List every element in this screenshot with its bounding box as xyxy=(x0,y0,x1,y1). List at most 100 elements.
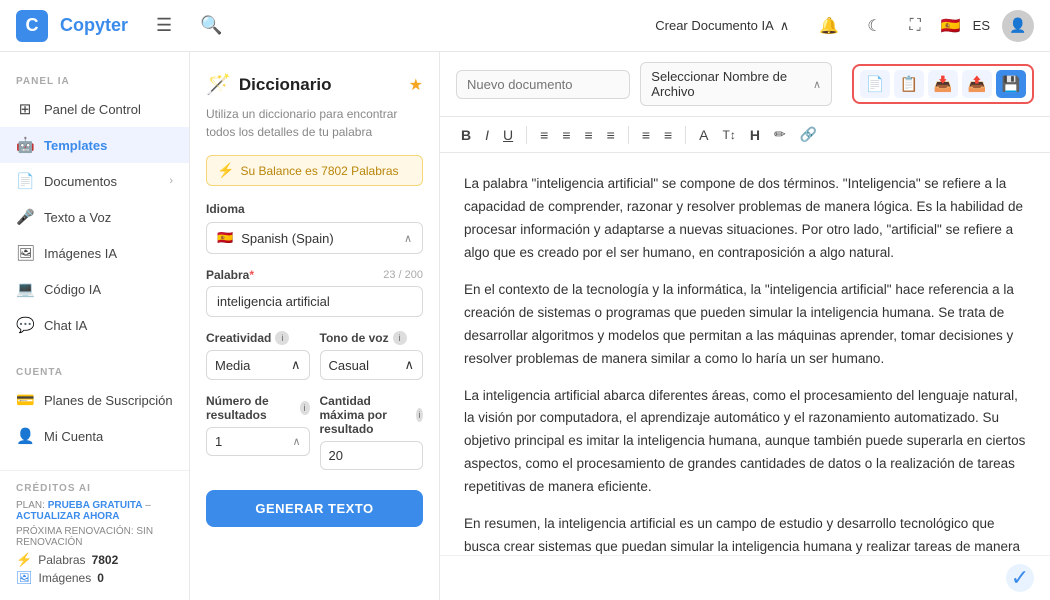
credits-section-label: CRÉDITOS AI xyxy=(16,483,173,500)
moon-icon[interactable]: ☾ xyxy=(859,12,889,40)
word-input[interactable] xyxy=(206,286,423,317)
num-resultados-info-icon[interactable]: i xyxy=(300,401,310,415)
heading-button[interactable]: T↕ xyxy=(718,125,741,145)
check-icon: ✓ xyxy=(1006,564,1034,592)
max-resultado-input[interactable]: 20 xyxy=(320,441,424,470)
content-area: 🪄 Diccionario ★ Utiliza un diccionario p… xyxy=(190,52,1050,600)
expand-icon[interactable]: ⛶ xyxy=(902,13,929,39)
upgrade-link[interactable]: ACTUALIZAR AHORA xyxy=(16,511,120,522)
create-doc-button[interactable]: Crear Documento IA ∧ xyxy=(645,12,799,40)
editor-paragraph-4: En resumen, la inteligencia artificial e… xyxy=(464,513,1026,555)
sidebar-item-documentos[interactable]: 📄 Documentos › xyxy=(0,163,189,199)
sidebar-label-imagenes: Imágenes IA xyxy=(44,246,117,261)
sidebar-label-chat: Chat IA xyxy=(44,318,87,333)
tono-info-icon[interactable]: i xyxy=(393,331,407,345)
sidebar-item-planes[interactable]: 💳 Planes de Suscripción xyxy=(0,382,189,418)
main-layout: PANEL IA ⊞ Panel de Control 🤖 Templates … xyxy=(0,52,1050,600)
max-resultado-info-icon[interactable]: i xyxy=(416,408,423,422)
file-selector[interactable]: Seleccionar Nombre de Archivo ∧ xyxy=(640,62,832,106)
lang-select[interactable]: 🇪🇸 Spanish (Spain) ∧ xyxy=(206,222,423,254)
word-count: 23 / 200 xyxy=(383,269,423,281)
search-icon: 🔍 xyxy=(200,15,222,35)
documentos-arrow: › xyxy=(169,175,173,187)
sidebar-item-panel-de-control[interactable]: ⊞ Panel de Control xyxy=(0,91,189,127)
num-row: Número de resultados i 1 ∧ Cantidad máxi… xyxy=(206,394,423,470)
num-resultados-group: Número de resultados i 1 ∧ xyxy=(206,394,310,470)
logo-text: Copyter xyxy=(60,15,128,36)
num-resultados-label: Número de resultados xyxy=(206,394,296,422)
palabras-icon: ⚡ xyxy=(16,552,32,568)
creatividad-info-icon[interactable]: i xyxy=(275,331,289,345)
lang-flag: 🇪🇸 xyxy=(217,230,233,246)
font-h-button[interactable]: H xyxy=(745,124,765,146)
underline-button[interactable]: U xyxy=(498,124,518,146)
documentos-icon: 📄 xyxy=(16,172,34,190)
doc-name-input[interactable] xyxy=(456,70,630,99)
max-resultado-value: 20 xyxy=(329,448,343,463)
file-selector-chevron-icon: ∧ xyxy=(813,78,821,91)
num-resultados-value: 1 xyxy=(215,434,222,449)
share-button[interactable]: 📤 xyxy=(962,70,992,98)
copy-doc-button[interactable]: 📄 xyxy=(860,70,890,98)
dict-icon: 🪄 xyxy=(206,72,231,97)
creatividad-label: Creatividad xyxy=(206,331,271,345)
sliders-row: Creatividad i Media ∧ Tono de voz i Casu… xyxy=(206,331,423,380)
lang-chevron-icon: ∧ xyxy=(404,232,412,245)
creatividad-select[interactable]: Media ∧ xyxy=(206,350,310,380)
plan-label: PLAN: xyxy=(16,500,45,511)
align-center-button[interactable]: ≡ xyxy=(557,124,575,146)
search-icon-button[interactable]: 🔍 xyxy=(192,11,230,40)
max-resultado-group: Cantidad máxima por resultado i 20 xyxy=(320,394,424,470)
save-button[interactable]: 💾 xyxy=(996,70,1026,98)
indent-button[interactable]: A xyxy=(694,124,713,146)
align-right-button[interactable]: ≡ xyxy=(579,124,597,146)
planes-icon: 💳 xyxy=(16,391,34,409)
generate-button[interactable]: GENERAR TEXTO xyxy=(206,490,423,527)
bold-button[interactable]: B xyxy=(456,124,476,146)
avatar[interactable]: 👤 xyxy=(1002,10,1034,42)
cuenta-section-label: CUENTA xyxy=(0,359,189,382)
download-button[interactable]: 📥 xyxy=(928,70,958,98)
tono-label: Tono de voz xyxy=(320,331,389,345)
brush-button[interactable]: ✏ xyxy=(769,123,791,146)
link-button[interactable]: 🔗 xyxy=(795,123,822,146)
sidebar-item-imagenes-ia[interactable]: 🖼 Imágenes IA xyxy=(0,235,189,271)
tono-select[interactable]: Casual ∧ xyxy=(320,350,424,380)
sidebar-item-chat-ia[interactable]: 💬 Chat IA xyxy=(0,307,189,343)
idioma-label: Idioma xyxy=(206,202,423,216)
unordered-list-button[interactable]: ≡ xyxy=(659,124,677,146)
tono-value: Casual xyxy=(329,358,369,373)
dictionary-panel: 🪄 Diccionario ★ Utiliza un diccionario p… xyxy=(190,52,440,600)
templates-icon: 🤖 xyxy=(16,136,34,154)
texto-voz-icon: 🎤 xyxy=(16,208,34,226)
panel-icon: ⊞ xyxy=(16,100,34,118)
menu-icon: ☰ xyxy=(156,15,172,35)
balance-text: Su Balance es 7802 Palabras xyxy=(240,164,398,178)
creatividad-value: Media xyxy=(215,358,250,373)
imagenes-credits-label: Imágenes xyxy=(39,571,92,585)
sidebar-item-mi-cuenta[interactable]: 👤 Mi Cuenta xyxy=(0,418,189,454)
menu-icon-button[interactable]: ☰ xyxy=(148,11,180,40)
dict-star-icon[interactable]: ★ xyxy=(409,75,423,95)
sidebar-item-codigo-ia[interactable]: 💻 Código IA xyxy=(0,271,189,307)
ordered-list-button[interactable]: ≡ xyxy=(637,124,655,146)
italic-button[interactable]: I xyxy=(480,124,494,146)
creatividad-chevron-icon: ∧ xyxy=(291,357,301,373)
plan-name: PRUEBA GRATUITA xyxy=(48,500,143,511)
copy-text-button[interactable]: 📋 xyxy=(894,70,924,98)
codigo-icon: 💻 xyxy=(16,280,34,298)
file-selector-label: Seleccionar Nombre de Archivo xyxy=(651,69,807,99)
fmt-divider-2 xyxy=(628,126,629,144)
sidebar-item-templates[interactable]: 🤖 Templates xyxy=(0,127,189,163)
num-resultados-input[interactable]: 1 ∧ xyxy=(206,427,310,456)
bolt-icon: ⚡ xyxy=(217,162,234,179)
flag-icon: 🇪🇸 xyxy=(941,16,961,36)
balance-badge: ⚡ Su Balance es 7802 Palabras xyxy=(206,155,423,186)
bell-icon[interactable]: 🔔 xyxy=(811,12,847,40)
sidebar-label-documentos: Documentos xyxy=(44,174,117,189)
sidebar-item-texto-a-voz[interactable]: 🎤 Texto a Voz xyxy=(0,199,189,235)
editor-body[interactable]: La palabra "inteligencia artificial" se … xyxy=(440,153,1050,555)
align-left-button[interactable]: ≡ xyxy=(535,124,553,146)
align-justify-button[interactable]: ≡ xyxy=(602,124,620,146)
fmt-divider-3 xyxy=(685,126,686,144)
